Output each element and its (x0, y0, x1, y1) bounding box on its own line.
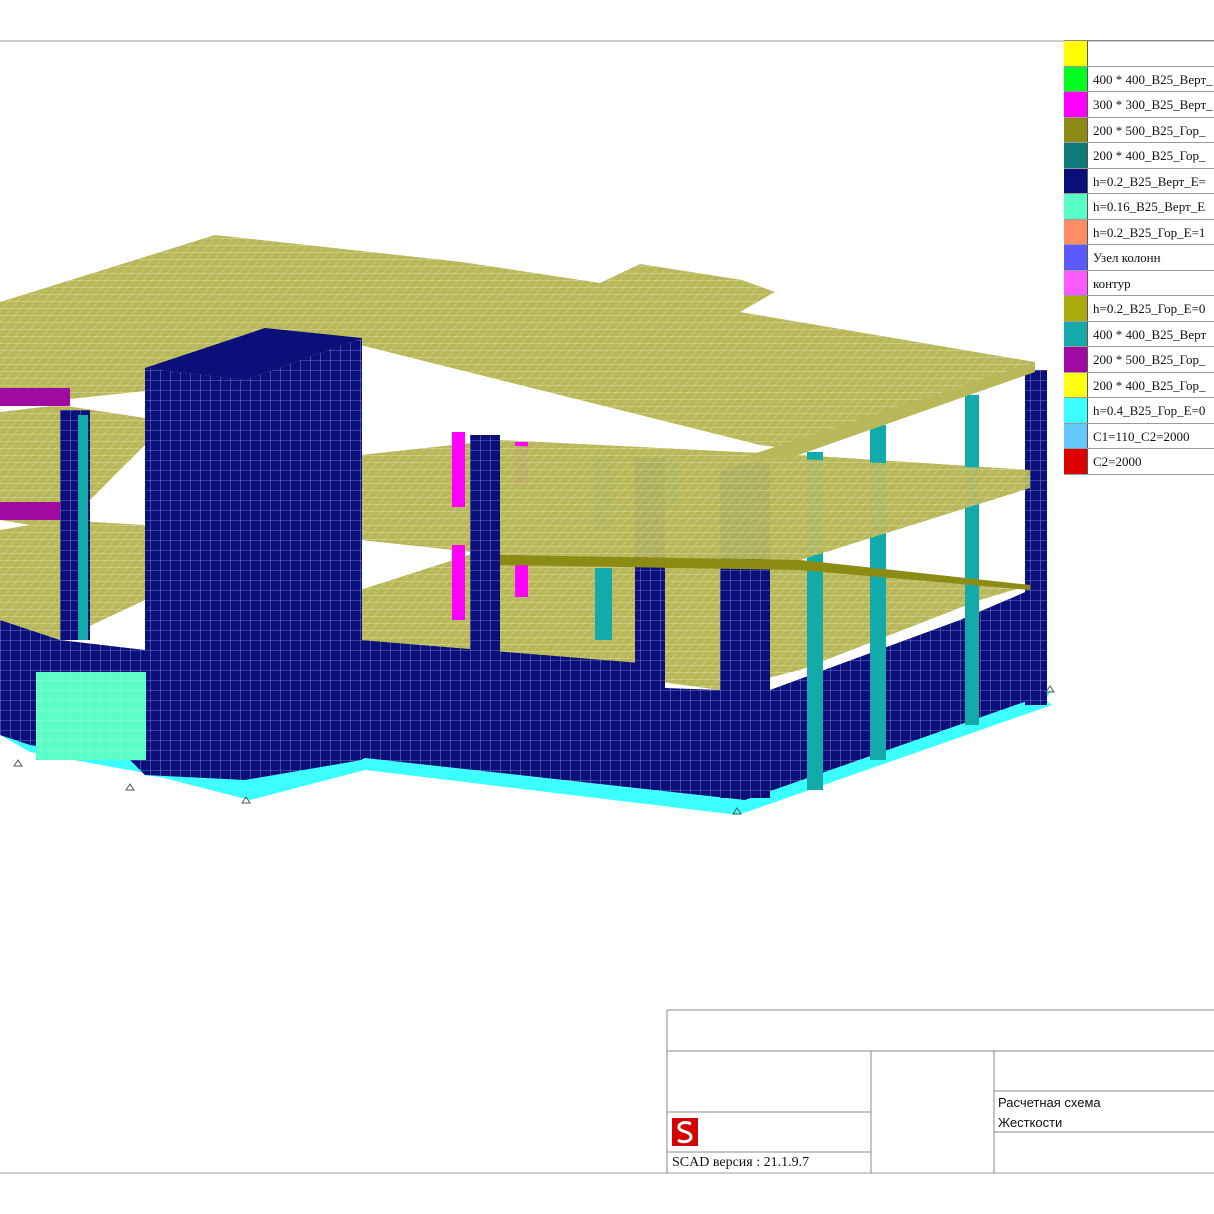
legend-label: контур (1093, 275, 1131, 291)
panel-mint (36, 672, 146, 760)
legend-row: 200 * 500_B25_Гор_ (1064, 117, 1214, 143)
legend-swatch (1064, 41, 1088, 66)
drawing-title-line1: Расчетная схема (998, 1095, 1101, 1110)
legend-row: 300 * 300_B25_Верт_ (1064, 92, 1214, 118)
legend-row: 400 * 400_B25_Верт (1064, 321, 1214, 347)
legend-label: 200 * 500_B25_Гор_ (1093, 352, 1206, 367)
legend-row: h=0.2_B25_Верт_E= (1064, 168, 1214, 194)
legend-label: h=0.2_B25_Гор_E=1 (1093, 224, 1206, 240)
legend-swatch (1064, 423, 1088, 448)
column-teal-m2 (595, 568, 612, 640)
legend-swatch (1064, 270, 1088, 295)
legend-label: C2=2000 (1093, 454, 1142, 469)
legend-row: 400 * 400_B25_Верт_ (1064, 66, 1214, 92)
legend-swatch (1064, 245, 1088, 270)
legend-label: 300 * 300_B25_Верт_ (1093, 97, 1213, 112)
legend-row: h=0.2_B25_Гор_E=0 (1064, 296, 1214, 322)
beam-purple-1 (0, 388, 70, 406)
legend-label: h=0.16_B25_Верт_E (1093, 199, 1206, 214)
core-wall-side (245, 338, 362, 780)
column-magenta-2 (452, 545, 465, 620)
legend-swatch (1064, 296, 1088, 321)
legend-swatch (1064, 143, 1088, 168)
legend-swatch (1064, 398, 1088, 423)
legend-label: 200 * 500_B25_Гор_ (1093, 122, 1206, 138)
beam-purple-2 (0, 502, 70, 520)
stiffness-legend: 400 * 400_B25_Верт_ 300 * 300_B25_Верт_ 20… (1064, 40, 1214, 475)
legend-label: Узел колонн (1093, 250, 1161, 265)
legend-row: h=0.16_B25_Верт_E (1064, 194, 1214, 220)
legend-row (1064, 41, 1214, 67)
scad-version: SCAD версия : 21.1.9.7 (672, 1155, 810, 1170)
legend-row: 200 * 500_B25_Гор_ (1064, 347, 1214, 373)
legend-row: C1=110_C2=2000 (1064, 423, 1214, 449)
drawing-title-line2: Жесткости (998, 1115, 1063, 1130)
core-wall-front (145, 368, 245, 780)
legend-label: h=0.2_B25_Верт_E= (1093, 173, 1206, 189)
legend-label: 200 * 400_B25_Гор_ (1093, 377, 1206, 393)
legend-label: h=0.4_B25_Гор_E=0 (1093, 403, 1206, 418)
legend-swatch (1064, 321, 1088, 346)
legend-row: C2=2000 (1064, 449, 1214, 475)
legend-label: 200 * 400_B25_Гор_ (1093, 148, 1206, 163)
scad-logo-icon (672, 1118, 698, 1146)
structural-model-3d (0, 40, 1214, 1174)
legend-swatch (1064, 92, 1088, 117)
column-wall-r4 (1025, 370, 1047, 705)
legend-row: 200 * 400_B25_Гор_ (1064, 143, 1214, 169)
legend-row: Узел колонн (1064, 245, 1214, 271)
legend-swatch (1064, 372, 1088, 397)
legend-row: h=0.4_B25_Гор_E=0 (1064, 398, 1214, 424)
legend-label: h=0.2_B25_Гор_E=0 (1093, 301, 1206, 316)
wall-pier-1 (470, 435, 500, 670)
legend-row: h=0.2_B25_Гор_E=1 (1064, 219, 1214, 245)
legend-swatch (1064, 449, 1088, 474)
legend-row: контур (1064, 270, 1214, 296)
legend-swatch (1064, 117, 1088, 142)
column-teal-left (78, 415, 88, 640)
legend-swatch (1064, 347, 1088, 372)
legend-swatch (1064, 168, 1088, 193)
legend-row: 200 * 400_B25_Гор_ (1064, 372, 1214, 398)
legend-swatch (1064, 194, 1088, 219)
legend-label: 400 * 400_B25_Верт_ (1093, 71, 1213, 87)
legend-swatch (1064, 219, 1088, 244)
column-magenta-1 (452, 432, 465, 507)
drawing-sheet: 400 * 400_B25_Верт_ 300 * 300_B25_Верт_ 20… (0, 0, 1214, 1214)
legend-label: C1=110_C2=2000 (1093, 428, 1190, 444)
legend-swatch (1064, 66, 1088, 91)
legend-label: 400 * 400_B25_Верт (1093, 326, 1207, 342)
column-teal-r3 (965, 395, 979, 725)
